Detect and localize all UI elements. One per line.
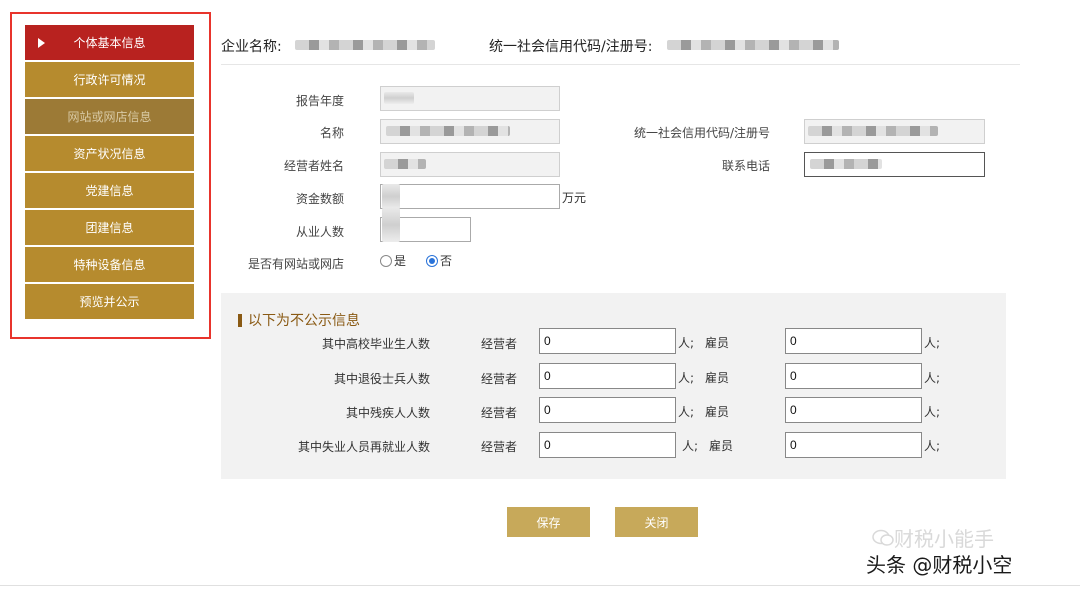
reemployed-employee-input[interactable] <box>785 432 922 458</box>
report-year-label: 报告年度 <box>295 94 344 108</box>
row-label: 其中高校毕业生人数 <box>321 337 430 351</box>
unit-person-employee: 人; <box>924 336 941 350</box>
phone-label: 联系电话 <box>721 159 770 173</box>
operator-label: 经营者 <box>481 337 518 351</box>
employees-label: 从业人数 <box>295 225 344 239</box>
sidebar-item-admin-license[interactable]: 行政许可情况 <box>25 62 194 97</box>
sidebar-item-label: 个体基本信息 <box>73 36 146 50</box>
reemployed-operator-input[interactable] <box>539 432 676 458</box>
redacted-company-name <box>295 40 435 50</box>
radio-no-label: 否 <box>440 254 453 268</box>
redacted-credit-code-field <box>808 126 938 136</box>
radio-no[interactable] <box>426 254 439 267</box>
has-website-radio-group: 是 否 <box>380 252 472 269</box>
row-label: 其中残疾人人数 <box>345 406 430 420</box>
radio-yes[interactable] <box>380 254 392 267</box>
wechat-icon <box>872 529 894 546</box>
redacted-employees <box>382 208 400 242</box>
company-name-label: 企业名称: <box>221 39 282 55</box>
sidebar-item-label: 资产状况信息 <box>73 147 146 161</box>
sidebar-item-assets[interactable]: 资产状况信息 <box>25 136 194 171</box>
veterans-operator-input[interactable] <box>539 363 676 389</box>
sidebar-item-website-info[interactable]: 网站或网店信息 <box>25 99 194 134</box>
unit-person-operator: 人; <box>678 405 695 419</box>
sidebar-item-party[interactable]: 党建信息 <box>25 173 194 208</box>
redacted-funds <box>382 184 400 209</box>
watermark-top: 财税小能手 <box>872 523 994 552</box>
sidebar-item-label: 团建信息 <box>85 221 134 235</box>
employee-label: 雇员 <box>705 405 730 419</box>
page-header: 企业名称: 统一社会信用代码/注册号: <box>221 34 1021 56</box>
unit-person-operator: 人; <box>678 371 695 385</box>
funds-unit: 万元 <box>562 191 587 205</box>
operator-name-label: 经营者姓名 <box>283 159 344 173</box>
unit-person-employee: 人; <box>924 439 941 453</box>
sidebar-item-label: 预览并公示 <box>79 295 140 309</box>
save-button[interactable]: 保存 <box>507 507 590 537</box>
redacted-name <box>386 126 510 136</box>
unit-person-operator: 人; <box>678 336 695 350</box>
watermark-text-1: 财税小能手 <box>894 527 994 551</box>
title-bar-icon <box>238 313 242 327</box>
unit-person-employee: 人; <box>924 405 941 419</box>
sidebar-item-preview-publish[interactable]: 预览并公示 <box>25 284 194 319</box>
funds-label: 资金数额 <box>295 192 344 206</box>
sidebar-item-basic-info[interactable]: 个体基本信息 <box>25 25 194 60</box>
bottom-divider <box>0 585 1080 586</box>
row-label: 其中失业人员再就业人数 <box>297 440 430 454</box>
graduates-employee-input[interactable] <box>785 328 922 354</box>
veterans-employee-input[interactable] <box>785 363 922 389</box>
radio-yes-option[interactable]: 是 <box>380 252 406 269</box>
radio-no-option[interactable]: 否 <box>426 252 452 269</box>
operator-label: 经营者 <box>481 440 518 454</box>
redacted-report-year <box>384 92 414 104</box>
sidebar-item-label: 行政许可情况 <box>73 73 146 87</box>
sidebar-item-label: 网站或网店信息 <box>67 110 152 124</box>
disabled-employee-input[interactable] <box>785 397 922 423</box>
employee-label: 雇员 <box>705 371 730 385</box>
funds-field[interactable] <box>380 184 560 209</box>
nonpublic-title-text: 以下为不公示信息 <box>248 313 360 329</box>
sidebar-nav: 个体基本信息 行政许可情况 网站或网店信息 资产状况信息 党建信息 团建信息 特… <box>25 25 194 321</box>
unit-person-operator: 人; <box>682 439 699 453</box>
close-button[interactable]: 关闭 <box>615 507 698 537</box>
name-label: 名称 <box>319 126 344 140</box>
graduates-operator-input[interactable] <box>539 328 676 354</box>
sidebar-item-league[interactable]: 团建信息 <box>25 210 194 245</box>
redacted-credit-code <box>667 40 839 50</box>
sidebar-item-label: 党建信息 <box>85 184 134 198</box>
employee-label: 雇员 <box>709 439 734 453</box>
sidebar-item-label: 特种设备信息 <box>73 258 146 272</box>
play-arrow-icon <box>38 37 45 48</box>
disabled-operator-input[interactable] <box>539 397 676 423</box>
header-divider <box>221 64 1020 65</box>
unit-person-employee: 人; <box>924 371 941 385</box>
redacted-operator-name <box>384 159 426 169</box>
operator-label: 经营者 <box>481 406 518 420</box>
row-label: 其中退役士兵人数 <box>333 372 430 386</box>
radio-yes-label: 是 <box>394 254 407 268</box>
credit-code-label: 统一社会信用代码/注册号 <box>633 126 770 140</box>
redacted-phone <box>810 159 882 169</box>
watermark-bottom: 头条 @财税小空 <box>866 553 1013 577</box>
operator-label: 经营者 <box>481 372 518 386</box>
sidebar-item-special-equipment[interactable]: 特种设备信息 <box>25 247 194 282</box>
nonpublic-title: 以下为不公示信息 <box>238 310 360 330</box>
credit-code-header-label: 统一社会信用代码/注册号: <box>489 39 653 55</box>
employee-label: 雇员 <box>705 336 730 350</box>
has-website-label: 是否有网站或网店 <box>247 257 344 271</box>
